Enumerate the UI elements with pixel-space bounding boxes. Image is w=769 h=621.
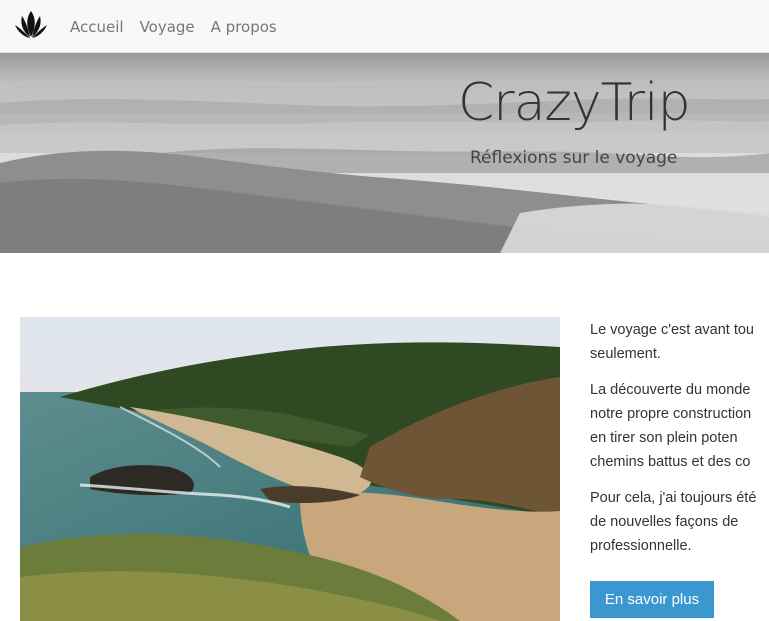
hero-banner: CrazyTrip Réflexions sur le voyage bbox=[0, 53, 769, 253]
nav-link-voyage[interactable]: Voyage bbox=[140, 18, 195, 36]
text-line: La découverte du monde bbox=[590, 382, 751, 398]
nav-link-a-propos[interactable]: A propos bbox=[211, 18, 277, 36]
hero-subtitle: Réflexions sur le voyage bbox=[470, 148, 678, 168]
learn-more-button[interactable]: En savoir plus bbox=[590, 581, 714, 618]
text-line: notre propre construction bbox=[590, 406, 752, 422]
intro-text: Le voyage c'est avant tou seulement. La … bbox=[590, 318, 769, 570]
nav-link-accueil[interactable]: Accueil bbox=[70, 18, 124, 36]
text-line: de nouvelles façons de bbox=[590, 514, 739, 530]
intro-paragraph-3: Pour cela, j'ai toujours été de nouvelle… bbox=[590, 486, 769, 558]
text-line: chemins battus et des co bbox=[590, 454, 751, 470]
navbar: Accueil Voyage A propos bbox=[0, 0, 769, 53]
text-line: seulement. bbox=[590, 346, 661, 362]
text-line: Pour cela, j'ai toujours été bbox=[590, 490, 757, 506]
hero-title: CrazyTrip bbox=[458, 73, 691, 133]
text-line: Le voyage c'est avant tou bbox=[590, 322, 754, 338]
text-line: en tirer son plein poten bbox=[590, 430, 738, 446]
main-nav: Accueil Voyage A propos bbox=[70, 0, 277, 53]
text-line: professionnelle. bbox=[590, 538, 692, 554]
intro-paragraph-1: Le voyage c'est avant tou seulement. bbox=[590, 318, 769, 366]
lotus-logo-icon[interactable] bbox=[14, 10, 48, 40]
beach-photo bbox=[20, 317, 560, 621]
intro-paragraph-2: La découverte du monde notre propre cons… bbox=[590, 378, 769, 474]
